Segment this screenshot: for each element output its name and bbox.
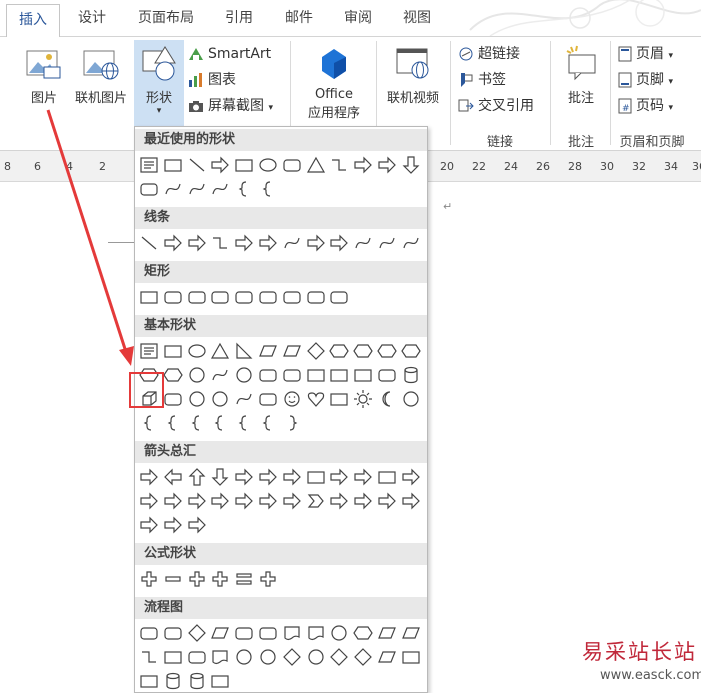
annotation-arrow-icon [46, 109, 134, 366]
watermark-url: www.easck.com [600, 668, 701, 683]
watermark-text: 易采站长站 [582, 640, 697, 664]
selected-cube-highlight [129, 372, 164, 408]
